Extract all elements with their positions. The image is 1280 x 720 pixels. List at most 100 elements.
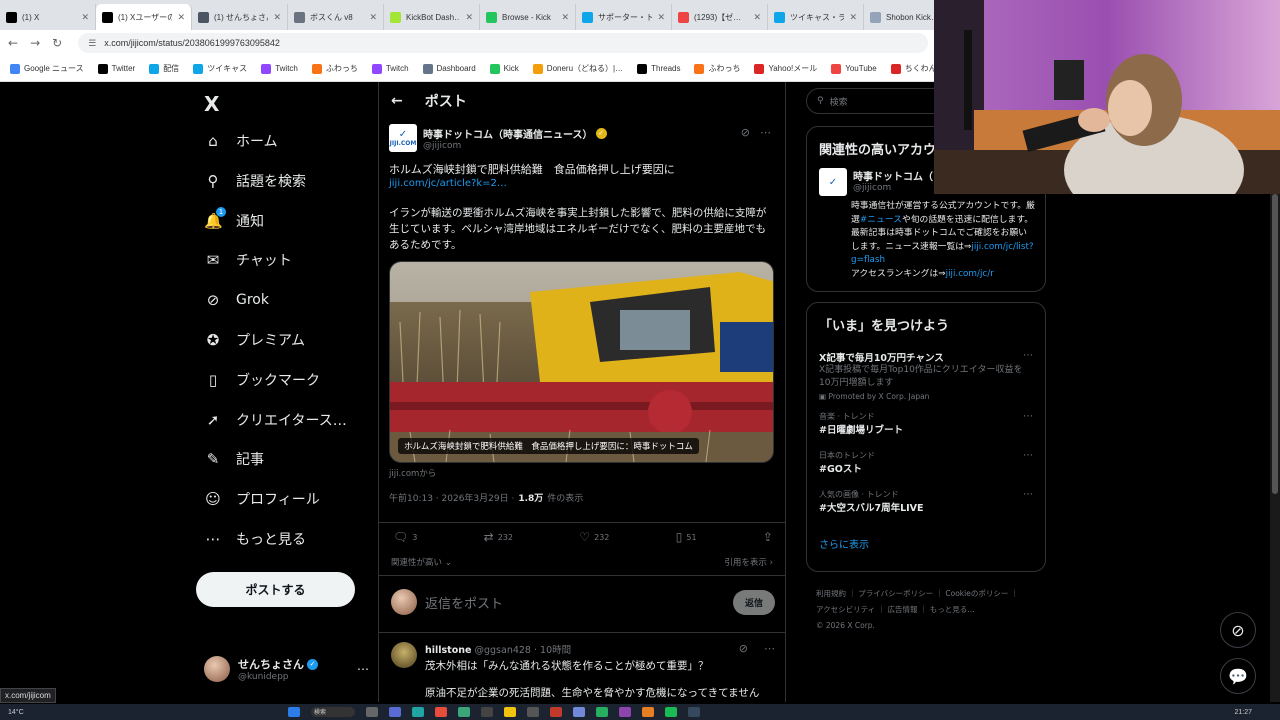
scrollbar[interactable] — [1270, 194, 1280, 702]
browser-tab[interactable]: (1) X ✕ — [0, 4, 96, 30]
share-action[interactable]: ⇪ — [763, 530, 773, 544]
bookmark-item[interactable]: Twitter — [97, 63, 135, 74]
x-logo-icon[interactable]: X — [204, 92, 219, 116]
bookmark-item[interactable]: Threads — [637, 63, 680, 74]
back-arrow-icon[interactable]: ← — [391, 93, 403, 109]
browser-tab[interactable]: (1293)【ゼ… ✕ — [672, 4, 768, 30]
bookmark-item[interactable]: YouTube — [831, 63, 877, 74]
browser-tab[interactable]: サポーター・ト… ✕ — [576, 4, 672, 30]
forward-icon[interactable]: → — [30, 36, 40, 50]
post-button[interactable]: ポストする — [196, 572, 355, 607]
bookmark-item[interactable]: Twitch — [261, 63, 298, 74]
relevance-dropdown[interactable]: 関連性が高い ⌄ — [391, 556, 452, 568]
reply-tweet[interactable]: hillstone @ggsan428 · 10時間 茂木外相は「みんな通れる状… — [391, 642, 775, 702]
promoted-trend[interactable]: X記事で毎月10万円チャンス X記事投稿で毎月Top10作品にクリエイター収益を… — [807, 350, 1045, 401]
bio-link-ranking[interactable]: jiji.com/jc/r — [946, 269, 994, 279]
more-options-icon[interactable]: ⋯ — [1023, 450, 1033, 461]
more-options-icon[interactable]: ⋯ — [764, 642, 775, 655]
bookmark-item[interactable]: Google ニュース — [10, 63, 84, 74]
reply-input[interactable]: 返信をポスト — [425, 593, 725, 612]
quotes-link[interactable]: 引用を表示 › — [724, 556, 773, 568]
chat-fab-icon[interactable]: 💬 — [1220, 658, 1256, 694]
close-icon[interactable]: ✕ — [657, 12, 665, 23]
grok-icon[interactable]: ⊘ — [739, 642, 748, 655]
account-switcher[interactable]: せんちょさん ✓ @kunidepp ⋯ — [204, 656, 369, 682]
avatar[interactable] — [391, 642, 417, 668]
taskbar-search[interactable]: 検索 — [311, 707, 355, 717]
weather-temp[interactable]: 14°C — [8, 709, 24, 716]
discord-icon[interactable] — [573, 707, 585, 717]
hashtag-link[interactable]: #ニュース — [860, 215, 902, 225]
more-options-icon[interactable]: ⋯ — [1023, 350, 1033, 361]
spotify-icon[interactable] — [665, 707, 677, 717]
url-bar[interactable]: ☰ x.com/jijicom/status/20380619997630958… — [78, 33, 929, 53]
tweet-time[interactable]: 午前10:13 · 2026年3月29日 · — [389, 491, 514, 504]
browser-tab[interactable]: ツイキャス・ラ… ✕ — [768, 4, 864, 30]
nav-item-search[interactable]: ⚲ 話題を検索 — [204, 166, 307, 196]
bookmark-item[interactable]: ツイキャス — [193, 63, 247, 74]
app-icon[interactable] — [688, 707, 700, 717]
bookmark-item[interactable]: Kick — [489, 63, 519, 74]
browser-tab[interactable]: Browse - Kick ✕ — [480, 4, 576, 30]
bookmark-item[interactable]: ちくわん — [890, 63, 937, 74]
reply-action[interactable]: 🗨 3 — [393, 530, 417, 544]
reload-icon[interactable]: ↻ — [52, 36, 62, 50]
browser-tab[interactable]: ボスくん v8 ✕ — [288, 4, 384, 30]
bookmark-item[interactable]: Yahoo!メール — [754, 63, 817, 74]
nav-item-grok[interactable]: ⊘ Grok — [204, 285, 269, 315]
author-avatar[interactable]: ✓ JIJI.COM — [389, 124, 417, 152]
close-icon[interactable]: ✕ — [465, 12, 473, 23]
clock[interactable]: 21:27 — [1234, 709, 1252, 716]
grok-fab-icon[interactable]: ⊘ — [1220, 612, 1256, 648]
close-icon[interactable]: ✕ — [561, 12, 569, 23]
browser-tab[interactable]: (1) せんちょさん… ✕ — [192, 4, 288, 30]
more-options-icon[interactable]: ⋯ — [1023, 411, 1033, 422]
bookmark-item[interactable]: Dashboard — [422, 63, 476, 74]
more-options-icon[interactable]: ⋯ — [1023, 489, 1033, 500]
tweet-author[interactable]: ✓ JIJI.COM 時事ドットコム（時事通信ニュース） ✓ @jijicom — [389, 124, 775, 152]
show-more-link[interactable]: さらに表示 — [807, 528, 1045, 563]
bookmark-item[interactable]: ふわっち — [311, 63, 358, 74]
nav-item-mail[interactable]: ✉ チャット — [204, 245, 292, 275]
steam-icon[interactable] — [481, 707, 493, 717]
close-icon[interactable]: ✕ — [849, 12, 857, 23]
nav-item-article[interactable]: ✎ 記事 — [204, 444, 264, 474]
more-options-icon[interactable]: ⋯ — [760, 126, 771, 139]
tweet-link[interactable]: jiji.com/jc/article?k=2… — [389, 178, 775, 189]
folder-icon[interactable] — [504, 707, 516, 717]
site-info-icon[interactable]: ☰ — [88, 38, 96, 49]
nav-item-profile[interactable]: ☺ プロフィール — [204, 484, 320, 514]
close-icon[interactable]: ✕ — [273, 12, 281, 23]
taskview-icon[interactable] — [366, 707, 378, 717]
close-icon[interactable]: ✕ — [81, 12, 89, 23]
twitch-icon[interactable] — [619, 707, 631, 717]
app-icon[interactable] — [458, 707, 470, 717]
grok-icon[interactable]: ⊘ — [741, 126, 750, 139]
start-icon[interactable] — [288, 707, 300, 717]
like-action[interactable]: ♡ 232 — [579, 530, 609, 544]
trend-item[interactable]: 音楽 · トレンド #日曜劇場リブート ⋯ — [807, 411, 1045, 436]
nav-item-rocket[interactable]: ➚ クリエイタース… — [204, 405, 347, 435]
obs-icon[interactable] — [550, 707, 562, 717]
browser-tab[interactable]: (1) Xユーザーの… ✕ — [96, 4, 192, 30]
nav-item-bookmark[interactable]: ▯ ブックマーク — [204, 365, 320, 395]
reply-button[interactable]: 返信 — [732, 589, 775, 615]
close-icon[interactable]: ✕ — [753, 12, 761, 23]
line-icon[interactable] — [596, 707, 608, 717]
trend-item[interactable]: 日本のトレンド #GOスト ⋯ — [807, 450, 1045, 475]
bookmark-item[interactable]: ふわっち — [694, 63, 740, 74]
back-icon[interactable]: ← — [8, 36, 18, 50]
bookmark-item[interactable]: 配信 — [149, 63, 179, 74]
link-card[interactable]: ホルムズ海峡封鎖で肥料供給難 食品価格押し上げ要因に：時事ドットコム — [389, 261, 774, 463]
bookmark-item[interactable]: Twitch — [371, 63, 409, 74]
app-icon[interactable] — [527, 707, 539, 717]
browser-tab[interactable]: KickBot Dash… ✕ — [384, 4, 480, 30]
bookmark-action[interactable]: ▯ 51 — [676, 530, 697, 544]
more-options-icon[interactable]: ⋯ — [357, 662, 369, 676]
nav-item-more[interactable]: ⋯ もっと見る — [204, 524, 307, 554]
nav-item-premium[interactable]: ✪ プレミアム — [204, 325, 305, 355]
reply-author-name[interactable]: hillstone — [425, 645, 471, 656]
trend-item[interactable]: 人気の画像 · トレンド #大空スバル7周年LIVE ⋯ — [807, 489, 1045, 514]
scrollbar-thumb[interactable] — [1272, 194, 1278, 494]
teams-icon[interactable] — [389, 707, 401, 717]
